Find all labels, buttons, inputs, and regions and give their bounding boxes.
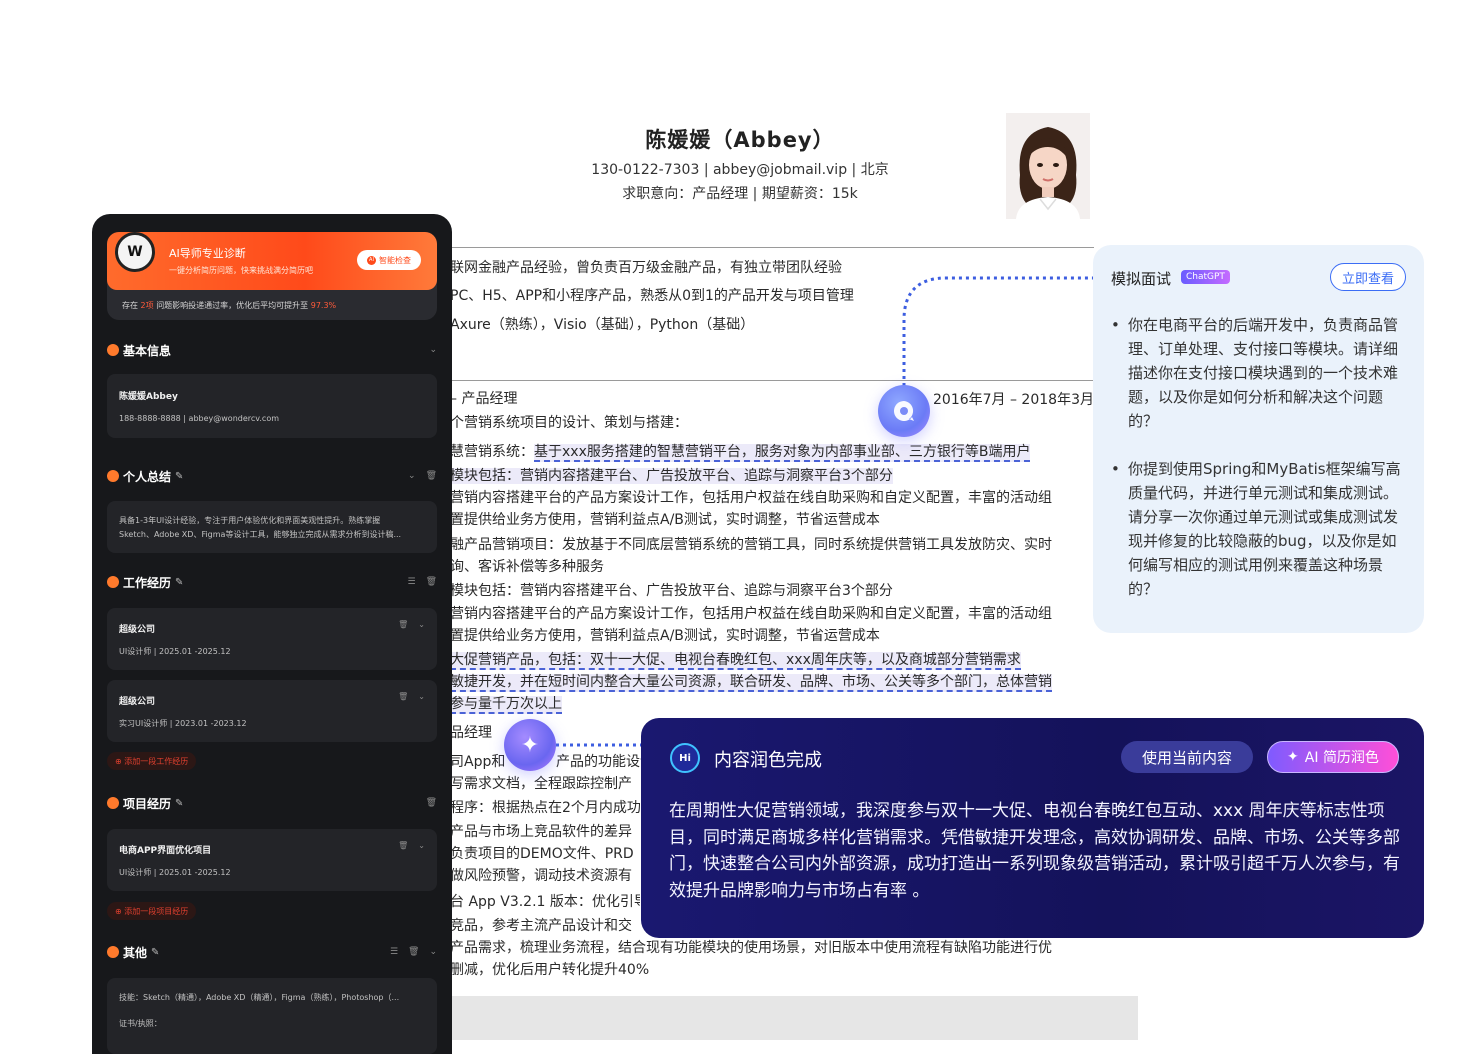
- add-work-button[interactable]: ⊕ 添加一段工作经历: [107, 752, 197, 770]
- project-card[interactable]: 电商APP界面优化项目 UI设计师 | 2025.01 -2025.12 🗑 ⌄: [107, 829, 437, 891]
- chevron-down-icon[interactable]: ⌄: [418, 620, 425, 629]
- interview-questions: 你在电商平台的后端开发中，负责商品管理、订单处理、支付接口等模块。请详细描述你在…: [1111, 313, 1411, 625]
- section-summary[interactable]: 个人总结 ✎ ⌄ 🗑: [107, 466, 437, 486]
- summary-icon: [107, 470, 119, 482]
- stat-count: 2项: [140, 301, 154, 310]
- chevron-down-icon[interactable]: ⌄: [418, 692, 425, 701]
- mock-interview-card: 模拟面试 ChatGPT 立即查看 你在电商平台的后端开发中，负责商品管理、订单…: [1093, 245, 1424, 633]
- other-card[interactable]: 技能：Sketch（精通），Adobe XD（精通），Figma（熟练），Pho…: [107, 978, 437, 1054]
- skills-line: 技能：Sketch（精通），Adobe XD（精通），Figma（熟练），Pho…: [119, 993, 400, 1002]
- work-detail: 实习UI设计师 | 2023.01 -2023.12: [119, 719, 247, 728]
- project-detail: UI设计师 | 2025.01 -2025.12: [119, 868, 231, 877]
- interview-question: 你提到使用Spring和MyBatis框架编写高质量代码，并进行单元测试和集成测…: [1111, 457, 1411, 601]
- stat-percent: 97.3%: [310, 301, 337, 310]
- section-work[interactable]: 工作经历 ✎ ☰ 🗑: [107, 572, 437, 592]
- basic-info-card[interactable]: 陈媛媛Abbey 188-8888-8888 | abbey@wondercv.…: [107, 374, 437, 438]
- chevron-down-icon[interactable]: ⌄: [429, 345, 437, 355]
- trash-icon[interactable]: 🗑: [398, 692, 408, 701]
- mentor-avatar: W: [115, 232, 155, 272]
- trash-icon[interactable]: 🗑: [426, 798, 437, 808]
- work-detail: UI设计师 | 2025.01 -2025.12: [119, 647, 231, 656]
- edit-icon[interactable]: ✎: [175, 798, 183, 809]
- section-title: 工作经历: [123, 575, 172, 590]
- user-icon: [107, 344, 119, 356]
- view-now-button[interactable]: 立即查看: [1330, 263, 1406, 291]
- section-basic-info[interactable]: 基本信息 ⌄: [107, 340, 437, 360]
- stat-prefix: 存在: [122, 301, 138, 310]
- chat-bubble-icon[interactable]: [878, 385, 930, 437]
- plus-circle-icon: ⊕: [115, 756, 125, 766]
- interview-title: 模拟面试: [1111, 270, 1172, 288]
- work-card[interactable]: 超级公司 实习UI设计师 | 2023.01 -2023.12 🗑 ⌄: [107, 680, 437, 742]
- section-title: 个人总结: [123, 469, 172, 484]
- resume-editor-panel: W AI导师专业诊断 一键分析简历问题，快来挑战满分简历吧 AI 智能检查 存在…: [92, 214, 452, 1054]
- sort-icon[interactable]: ☰: [390, 947, 398, 957]
- section-title: 基本信息: [123, 343, 172, 358]
- add-project-label: 添加一段项目经历: [124, 906, 189, 916]
- project-icon: [107, 797, 119, 809]
- stat-text: 问题影响投递通过率，优化后平均可提升至: [156, 301, 309, 310]
- plus-circle-icon: ⊕: [115, 906, 125, 916]
- polished-content: 在周期性大促营销领域，我深度参与双十一大促、电视台春晚红包互动、xxx 周年庆等…: [669, 801, 1400, 901]
- work-company: 超级公司: [119, 697, 156, 707]
- summary-line: Sketch、Adobe XD、Figma等设计工具，能够独立完成从需求分析到设…: [119, 530, 402, 539]
- project-name: 电商APP界面优化项目: [119, 846, 212, 856]
- summary-line: 具备1-3年UI设计经验，专注于用户体验优化和界面美观性提升。熟练掌握: [119, 516, 381, 525]
- candidate-name: 陈媛媛Abbey: [119, 392, 178, 402]
- chevron-down-icon[interactable]: ⌄: [429, 947, 437, 957]
- section-project[interactable]: 项目经历 ✎ 🗑: [107, 793, 437, 813]
- summary-card[interactable]: 具备1-3年UI设计经验，专注于用户体验优化和界面美观性提升。熟练掌握 Sket…: [107, 501, 437, 553]
- section-title: 其他: [123, 945, 148, 960]
- chatgpt-badge: ChatGPT: [1181, 270, 1230, 284]
- chevron-down-icon[interactable]: ⌄: [408, 471, 416, 481]
- trash-icon[interactable]: 🗑: [398, 841, 408, 850]
- sort-icon[interactable]: ☰: [407, 577, 415, 587]
- section-title: 项目经历: [123, 796, 172, 811]
- work-card[interactable]: 超级公司 UI设计师 | 2025.01 -2025.12 🗑 ⌄: [107, 608, 437, 670]
- trash-icon[interactable]: 🗑: [426, 577, 437, 587]
- grid-icon: [107, 946, 119, 958]
- use-current-content-button[interactable]: 使用当前内容: [1121, 741, 1253, 773]
- interview-question: 你在电商平台的后端开发中，负责商品管理、订单处理、支付接口等模块。请详细描述你在…: [1111, 313, 1411, 433]
- smart-check-button[interactable]: AI 智能检查: [357, 250, 421, 270]
- ai-icon: AI: [367, 255, 376, 265]
- sparkle-icon[interactable]: ✦: [504, 719, 556, 771]
- add-project-button[interactable]: ⊕ 添加一段项目经历: [107, 902, 197, 920]
- edit-icon[interactable]: ✎: [175, 577, 183, 588]
- polish-title: 内容润色完成: [714, 750, 822, 771]
- trash-icon[interactable]: 🗑: [426, 471, 437, 481]
- candidate-contact: 188-8888-8888 | abbey@wondercv.com: [119, 414, 280, 423]
- ai-diagnosis-card: W AI导师专业诊断 一键分析简历问题，快来挑战满分简历吧 AI 智能检查 存在…: [107, 232, 437, 320]
- diagnosis-stat: 存在 2项 问题影响投递通过率，优化后平均可提升至 97.3%: [122, 300, 336, 311]
- chat-glyph: [894, 401, 914, 421]
- briefcase-icon: [107, 576, 119, 588]
- hi-logo-icon: Hi: [670, 743, 700, 773]
- edit-icon[interactable]: ✎: [151, 947, 159, 958]
- section-other[interactable]: 其他 ✎ ☰ 🗑 ⌄: [107, 942, 437, 962]
- polish-result-card: Hi 内容润色完成 使用当前内容 ✦ AI 简历润色 在周期性大促营销领域，我深…: [641, 718, 1424, 938]
- ai-polish-button[interactable]: ✦ AI 简历润色: [1267, 741, 1399, 773]
- diagnosis-title: AI导师专业诊断: [169, 247, 246, 260]
- work-company: 超级公司: [119, 625, 156, 635]
- smart-check-label: 智能检查: [379, 255, 411, 265]
- add-work-label: 添加一段工作经历: [124, 756, 189, 766]
- diagnosis-subtitle: 一键分析简历问题，快来挑战满分简历吧: [169, 266, 313, 275]
- ai-diagnosis-banner: W AI导师专业诊断 一键分析简历问题，快来挑战满分简历吧 AI 智能检查: [107, 232, 437, 290]
- ai-polish-label: AI 简历润色: [1304, 750, 1379, 766]
- trash-icon[interactable]: 🗑: [398, 620, 408, 629]
- edit-icon[interactable]: ✎: [175, 471, 183, 482]
- trash-icon[interactable]: 🗑: [408, 947, 419, 957]
- sparkle-icon: ✦: [1287, 749, 1299, 765]
- certs-line: 证书/执照：: [119, 1019, 162, 1028]
- chevron-down-icon[interactable]: ⌄: [418, 841, 425, 850]
